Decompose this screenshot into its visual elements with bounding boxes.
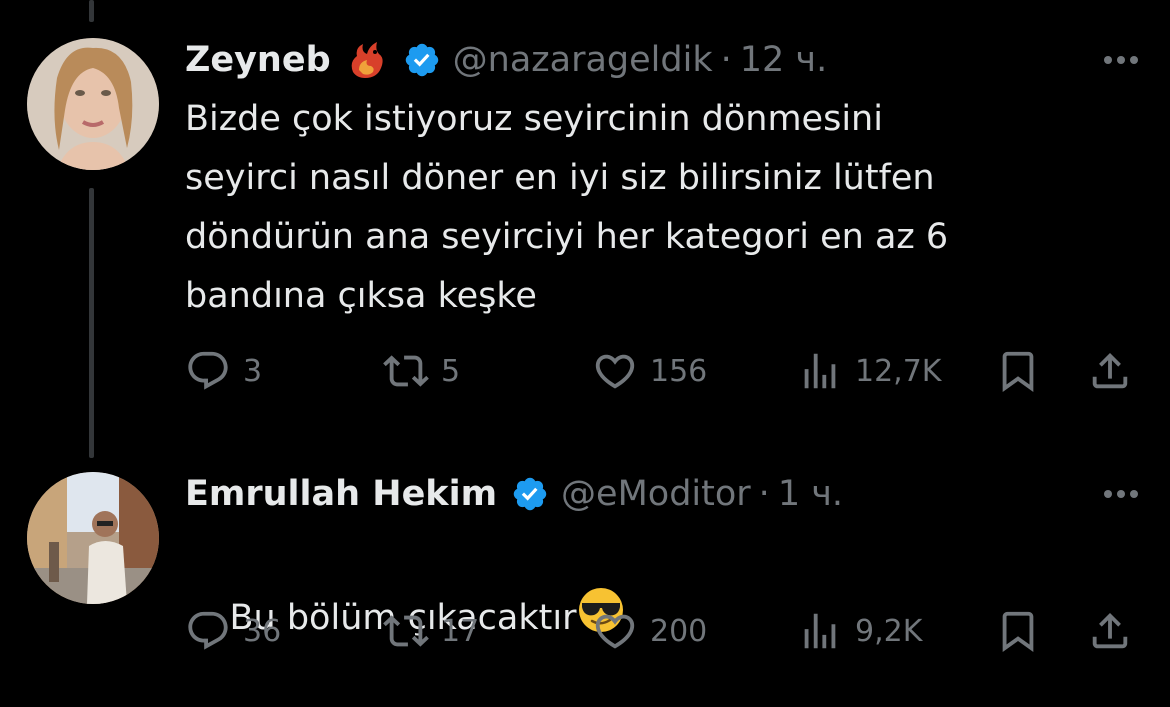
tweet-header: Zeyneb @nazarageldik · 12 ч.: [185, 38, 827, 82]
more-options-icon[interactable]: [1104, 472, 1138, 516]
share-button[interactable]: [1087, 346, 1133, 396]
action-bar: 36 17 200 9,2K: [185, 606, 1145, 656]
views-icon: [804, 353, 836, 389]
author-handle[interactable]: @nazarageldik: [453, 40, 713, 80]
views-count: 12,7K: [855, 353, 942, 389]
reply-count: 3: [243, 353, 263, 389]
verified-badge-icon: [513, 477, 547, 511]
reply-count: 36: [243, 613, 282, 649]
timestamp[interactable]: 1 ч.: [778, 474, 843, 514]
views-button[interactable]: 12,7K: [797, 346, 941, 396]
separator-dot: ·: [720, 40, 732, 80]
heart-icon: [595, 354, 635, 389]
reply-icon: [188, 351, 228, 390]
author-name[interactable]: Emrullah Hekim: [185, 474, 497, 514]
tweet[interactable]: Zeyneb @nazarageldik · 12 ч. Bizde çok i…: [0, 0, 1170, 450]
bookmark-icon: [1002, 611, 1034, 652]
tweet[interactable]: Emrullah Hekim @eModitor · 1 ч. Bu bölüm…: [0, 450, 1170, 701]
retweet-count: 17: [441, 613, 480, 649]
like-button[interactable]: 156: [592, 346, 707, 396]
action-bar: 3 5 156 12,7K: [185, 346, 1145, 396]
timestamp[interactable]: 12 ч.: [740, 40, 827, 80]
heart-icon: [595, 614, 635, 649]
verified-badge-icon: [405, 43, 438, 77]
tweet-text: Bizde çok istiyoruz seyircinin dönmesini…: [185, 99, 949, 316]
reply-icon: [188, 611, 228, 650]
retweet-button[interactable]: 17: [383, 606, 479, 656]
avatar[interactable]: [27, 38, 159, 170]
retweet-button[interactable]: 5: [383, 346, 460, 396]
more-options-icon[interactable]: [1104, 38, 1138, 82]
reply-button[interactable]: 3: [185, 346, 262, 396]
views-button[interactable]: 9,2K: [797, 606, 922, 656]
bookmark-button[interactable]: [995, 606, 1041, 656]
tweet-header: Emrullah Hekim @eModitor · 1 ч.: [185, 472, 843, 516]
retweet-count: 5: [441, 353, 461, 389]
share-icon: [1092, 612, 1128, 649]
separator-dot: ·: [758, 474, 770, 514]
reply-button[interactable]: 36: [185, 606, 281, 656]
bookmark-button[interactable]: [995, 346, 1041, 396]
retweet-icon: [383, 615, 429, 647]
avatar[interactable]: [27, 472, 159, 604]
retweet-icon: [383, 355, 429, 387]
author-handle[interactable]: @eModitor: [561, 474, 751, 514]
share-button[interactable]: [1087, 606, 1133, 656]
author-name[interactable]: Zeyneb: [185, 40, 331, 80]
share-icon: [1092, 352, 1128, 389]
like-button[interactable]: 200: [592, 606, 707, 656]
like-count: 156: [650, 353, 708, 389]
views-count: 9,2K: [855, 613, 923, 649]
fire-dragon-emoji-icon: [351, 42, 383, 78]
like-count: 200: [650, 613, 708, 649]
bookmark-icon: [1002, 351, 1034, 392]
views-icon: [804, 613, 836, 649]
